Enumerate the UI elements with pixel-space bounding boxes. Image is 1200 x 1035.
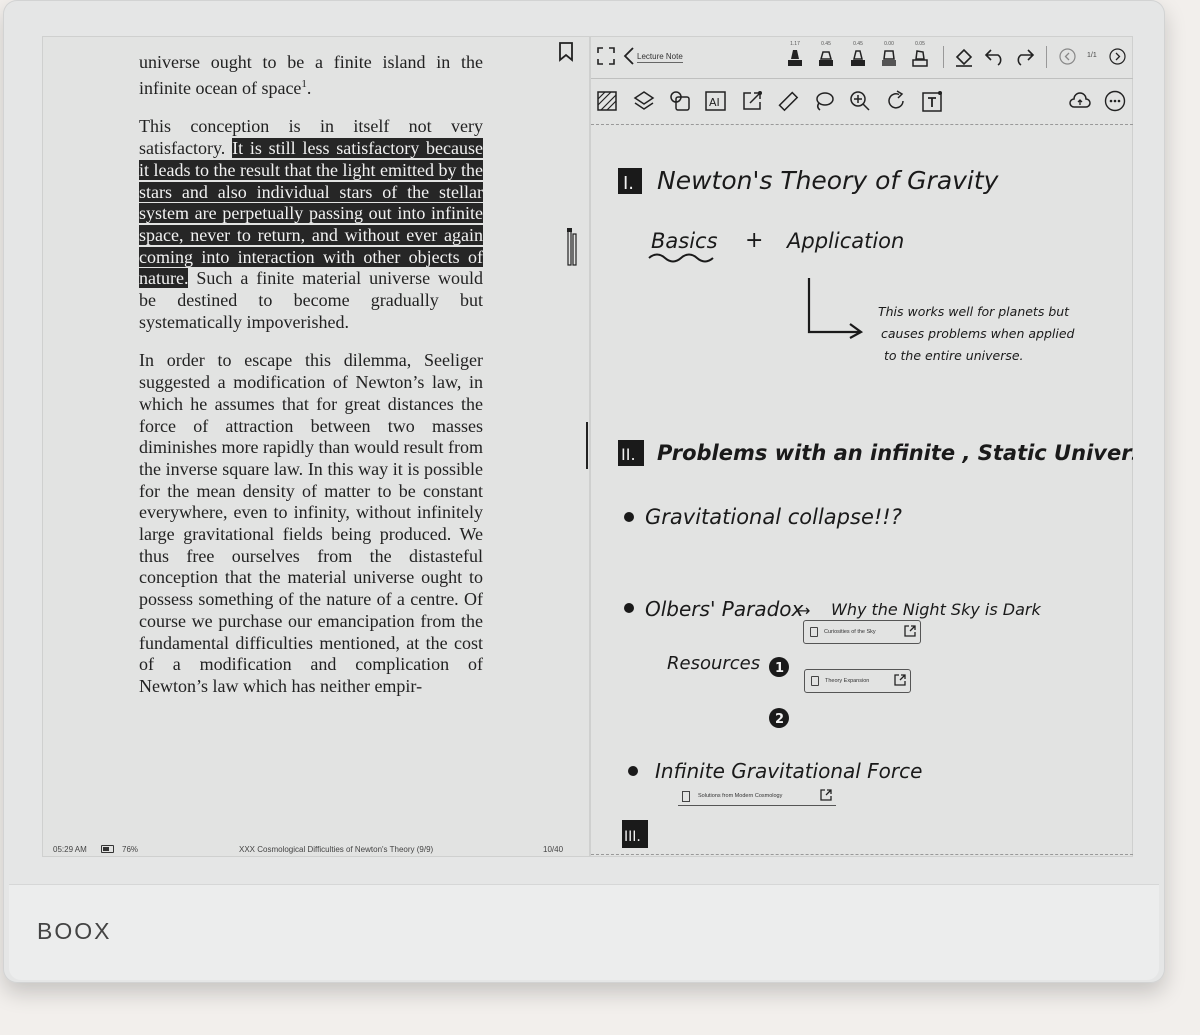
handwriting-night-sky: Why the Night Sky is Dark <box>831 600 1041 619</box>
pen-tool-5[interactable]: 0.05 <box>909 41 931 72</box>
selection-handle-icon[interactable] <box>567 228 581 266</box>
text-box-icon[interactable] <box>921 90 943 112</box>
ballpoint-pen-icon <box>819 51 833 66</box>
heading-3: III. <box>622 820 648 848</box>
fullscreen-icon[interactable] <box>597 47 615 65</box>
note-toolbar-top: Lecture Note 1.17 0.45 0.45 0.00 0.05 1/… <box>591 36 1133 79</box>
chevron-left-icon[interactable] <box>623 46 635 66</box>
handwriting-basics: Basics <box>651 229 718 253</box>
external-link-icon[interactable] <box>904 625 916 637</box>
ai-icon[interactable]: AI <box>705 90 727 112</box>
bookmark-icon[interactable] <box>558 42 574 62</box>
page-number: 10/40 <box>543 845 564 854</box>
handwriting-arrow: → <box>797 601 810 620</box>
external-link-icon[interactable] <box>894 674 906 686</box>
svg-text:I.: I. <box>623 173 634 194</box>
svg-text:III.: III. <box>624 829 641 845</box>
template-icon[interactable] <box>597 91 617 111</box>
marker-icon <box>882 50 896 66</box>
link-label: Solutions from Modern Cosmology <box>698 793 783 799</box>
zoom-icon[interactable] <box>849 90 871 112</box>
arrow-down-right <box>807 278 864 339</box>
eraser-icon[interactable] <box>953 45 975 67</box>
document-icon <box>682 790 690 802</box>
battery-level: 76% <box>122 845 139 854</box>
document-icon <box>810 627 818 637</box>
device-chin <box>9 884 1159 980</box>
handwriting-canvas[interactable]: I. Newton's Theory of Gravity Basics + A… <box>591 126 1133 856</box>
brand-logo: BOOX <box>37 918 112 944</box>
brush-icon <box>912 50 928 67</box>
text-cursor <box>586 422 588 469</box>
pencil-icon <box>851 50 865 66</box>
layers-icon[interactable] <box>633 90 655 112</box>
book-text[interactable]: universe ought to be a finite island in … <box>139 52 483 715</box>
clock: 05:29 AM <box>53 845 87 854</box>
handwriting-plus: + <box>745 228 763 253</box>
squiggle-underline <box>648 253 714 263</box>
pen-tool-2[interactable]: 0.45 <box>815 41 837 72</box>
lasso-icon[interactable] <box>813 90 835 112</box>
resource-link-2[interactable]: Theory Expansion <box>804 669 911 693</box>
bullet-gravitational-collapse: Gravitational collapse!!? <box>645 505 902 529</box>
next-page-icon[interactable] <box>1109 48 1126 65</box>
note-pane[interactable]: Lecture Note 1.17 0.45 0.45 0.00 0.05 1/… <box>591 36 1133 857</box>
cloud-sync-icon[interactable] <box>1068 91 1092 111</box>
note-line-2: causes problems when applied <box>881 326 1075 341</box>
bullet-dot <box>628 766 638 776</box>
status-bar: 05:29 AM 76% XXX Cosmological Difficulti… <box>42 838 589 856</box>
svg-text:2: 2 <box>775 712 784 727</box>
shapes-icon[interactable] <box>669 90 691 112</box>
refresh-icon[interactable] <box>885 90 907 112</box>
ruler-icon[interactable] <box>777 90 799 112</box>
notebook-title[interactable]: Lecture Note <box>637 52 683 63</box>
more-options-icon[interactable] <box>1104 90 1126 112</box>
resource-link-3[interactable]: Solutions from Modern Cosmology <box>678 787 836 806</box>
toolbar-divider <box>1046 46 1047 68</box>
toolbar-divider <box>943 46 944 68</box>
note-line-1: This works well for planets but <box>878 304 1070 319</box>
heading-1: I. Newton's Theory of Gravity <box>618 166 1000 195</box>
previous-page-icon[interactable] <box>1059 48 1076 65</box>
bullet-olbers-paradox: Olbers' Paradox <box>645 597 804 621</box>
svg-text:AI: AI <box>709 96 720 109</box>
undo-icon[interactable] <box>984 46 1006 66</box>
heading-2: II. Problems with an infinite , Static U… <box>618 440 1133 466</box>
link-label: Curiosities of the Sky <box>824 629 876 635</box>
pen-tool-1[interactable]: 1.17 <box>784 41 806 72</box>
resource-link-1[interactable]: Curiosities of the Sky <box>803 620 921 644</box>
pen-tool-3[interactable]: 0.45 <box>847 41 869 72</box>
battery-icon <box>101 845 114 853</box>
handwriting-application: Application <box>785 229 904 253</box>
page-bottom-divider <box>591 854 1133 855</box>
svg-text:1: 1 <box>775 661 784 676</box>
document-icon <box>811 676 819 686</box>
svg-text:Newton's Theory of Gravity: Newton's Theory of Gravity <box>657 166 1000 195</box>
insert-link-icon[interactable] <box>741 90 763 112</box>
chapter-title: XXX Cosmological Difficulties of Newton'… <box>239 845 434 854</box>
paragraph-2: This conception is in itself not very sa… <box>139 116 483 332</box>
svg-text:II.: II. <box>621 445 636 464</box>
svg-text:Problems with an infinite , St: Problems with an infinite , Static Unive… <box>657 441 1133 465</box>
handwriting-resources: Resources <box>667 653 760 674</box>
pen-tool-4[interactable]: 0.00 <box>878 41 900 72</box>
ereader-device: universe ought to be a finite island in … <box>3 0 1165 983</box>
paragraph-3: In order to escape this dilemma, Seelige… <box>139 350 483 696</box>
bullet-dot <box>624 512 634 522</box>
page-indicator: 1/1 <box>1087 52 1097 59</box>
redo-icon[interactable] <box>1013 46 1035 66</box>
external-link-icon[interactable] <box>820 789 832 801</box>
paragraph-1: universe ought to be a finite island in … <box>139 52 483 98</box>
bullet-infinite-force: Infinite Gravitational Force <box>655 759 922 783</box>
reader-pane[interactable]: universe ought to be a finite island in … <box>42 36 589 857</box>
screen: universe ought to be a finite island in … <box>42 36 1133 857</box>
text-highlight[interactable]: It is still less satisfactory because it… <box>139 138 483 289</box>
fountain-pen-icon <box>788 50 802 66</box>
link-label: Theory Expansion <box>825 678 870 684</box>
note-line-3: to the entire universe. <box>884 348 1024 363</box>
bullet-dot <box>624 603 634 613</box>
note-toolbar-tools: AI <box>591 80 1133 125</box>
